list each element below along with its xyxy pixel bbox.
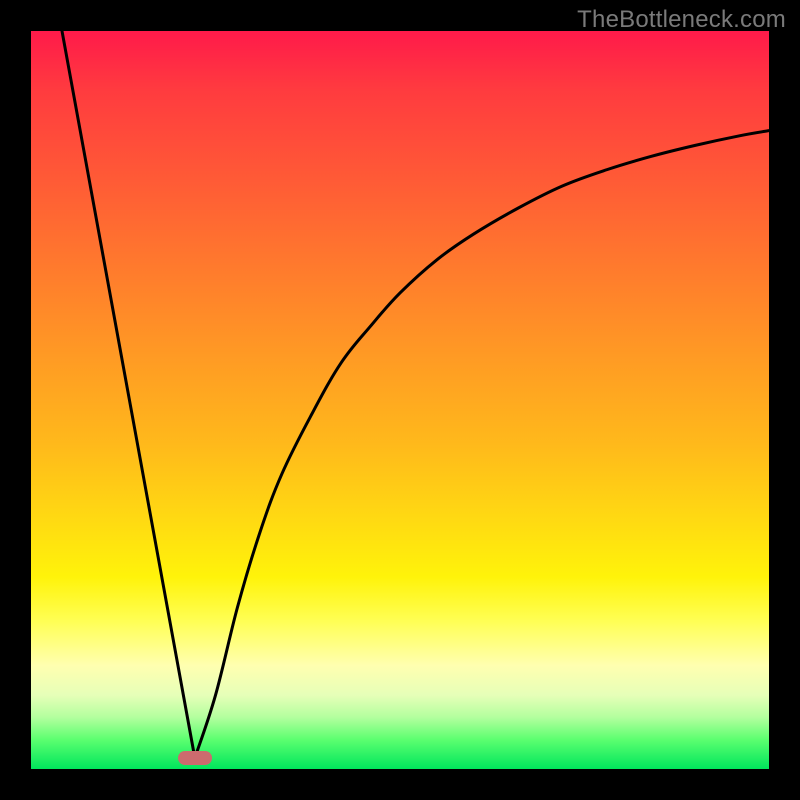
chart-frame: TheBottleneck.com	[0, 0, 800, 800]
minimum-marker	[178, 751, 212, 765]
plot-area	[31, 31, 769, 769]
bottleneck-curve	[31, 31, 769, 769]
watermark-text: TheBottleneck.com	[577, 6, 786, 34]
